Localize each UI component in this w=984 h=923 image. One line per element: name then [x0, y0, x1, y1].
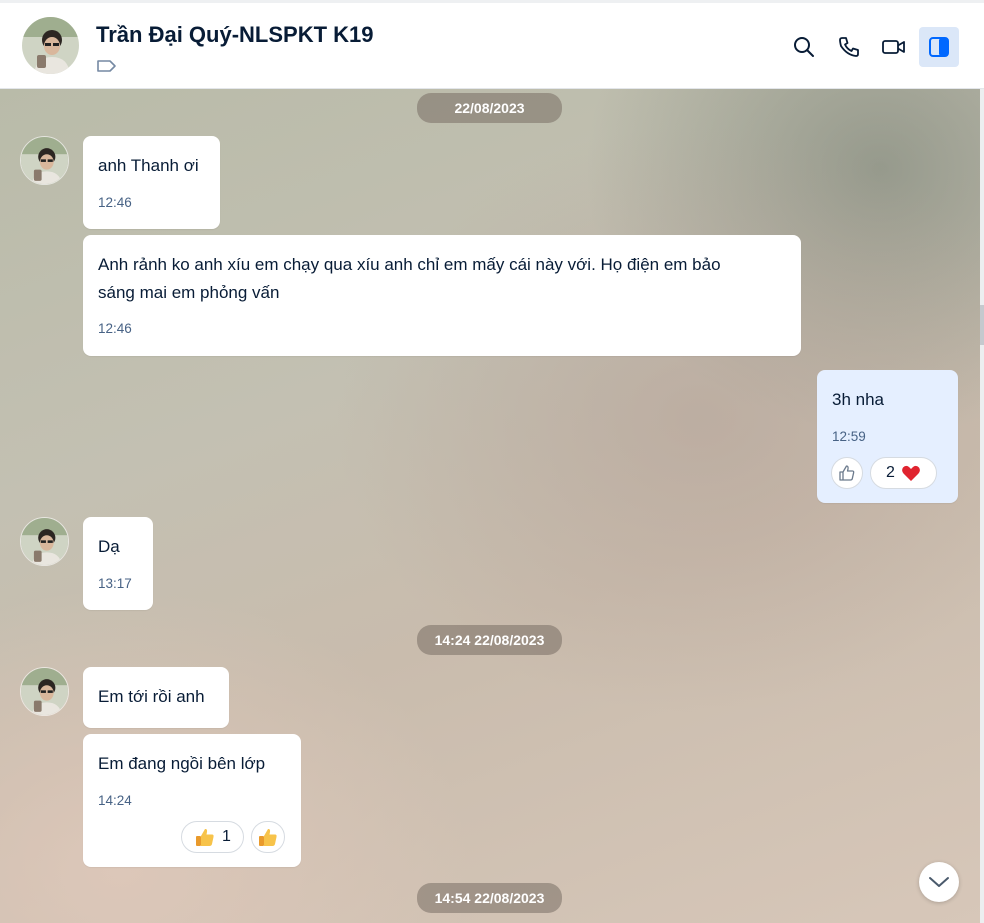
- message-time: 12:59: [832, 429, 866, 444]
- avatar[interactable]: [22, 17, 79, 74]
- message-text: Em đang ngồi bên lớp: [98, 754, 266, 773]
- chat-header: Trần Đại Quý-NLSPKT K19: [0, 0, 984, 89]
- scrollbar-thumb[interactable]: [980, 305, 984, 345]
- video-call-icon: [882, 40, 905, 54]
- message-text: Em tới rồi anh: [98, 687, 205, 706]
- message-text: Anh rảnh ko anh xíu em chạy qua xíu anh …: [98, 251, 721, 307]
- search-icon: [794, 37, 814, 57]
- message-time: 13:17: [98, 576, 132, 591]
- avatar[interactable]: [20, 667, 69, 716]
- scroll-to-bottom-button[interactable]: [919, 862, 959, 902]
- chat-messages-area[interactable]: 22/08/2023 anh Thanh ơi 12:46 Anh rảnh k…: [0, 89, 980, 923]
- reaction-count: 1: [222, 828, 231, 845]
- search-button[interactable]: [784, 27, 824, 67]
- heart-icon: [902, 465, 920, 481]
- reaction-count: 2: [886, 464, 895, 481]
- reaction-summary[interactable]: 2: [870, 457, 937, 489]
- date-separator: 14:54 22/08/2023: [417, 883, 562, 913]
- message-text-line: sáng mai em phỏng vấn: [98, 283, 280, 302]
- date-separator: 14:24 22/08/2023: [417, 625, 562, 655]
- add-reaction-button[interactable]: [831, 457, 863, 489]
- message-time: 14:24: [98, 793, 132, 808]
- add-reaction-button[interactable]: [251, 821, 285, 853]
- toggle-sidebar-icon: [929, 37, 949, 57]
- message-text: anh Thanh ơi: [98, 156, 199, 175]
- like-outline-icon: [839, 465, 855, 481]
- thumbs-up-icon: [196, 828, 214, 846]
- message-text: Dạ: [98, 537, 120, 556]
- message-bubble[interactable]: Anh rảnh ko anh xíu em chạy qua xíu anh …: [83, 235, 801, 356]
- toggle-info-panel-button[interactable]: [919, 27, 959, 67]
- message-bubble[interactable]: Em đang ngồi bên lớp 14:24 1: [83, 734, 301, 867]
- date-separator: 22/08/2023: [417, 93, 562, 123]
- avatar[interactable]: [20, 136, 69, 185]
- phone-icon: [839, 37, 859, 57]
- message-bubble[interactable]: anh Thanh ơi 12:46: [83, 136, 220, 229]
- message-time: 12:46: [98, 321, 132, 336]
- message-text-line: Anh rảnh ko anh xíu em chạy qua xíu anh …: [98, 255, 721, 274]
- message-bubble[interactable]: Dạ 13:17: [83, 517, 153, 610]
- message-time: 12:46: [98, 195, 132, 210]
- contact-name: Trần Đại Quý-NLSPKT K19: [96, 22, 374, 47]
- tag-icon[interactable]: [96, 58, 118, 74]
- message-bubble[interactable]: Em tới rồi anh: [83, 667, 229, 728]
- reaction-summary[interactable]: 1: [181, 821, 244, 853]
- message-text: 3h nha: [832, 390, 884, 409]
- my-message-bubble[interactable]: 3h nha 12:59 2: [817, 370, 958, 503]
- thumbs-up-icon: [259, 828, 277, 846]
- avatar[interactable]: [20, 517, 69, 566]
- chevron-down-icon: [929, 877, 949, 887]
- scrollbar[interactable]: [980, 89, 984, 923]
- voice-call-button[interactable]: [829, 27, 869, 67]
- video-call-button[interactable]: [874, 27, 914, 67]
